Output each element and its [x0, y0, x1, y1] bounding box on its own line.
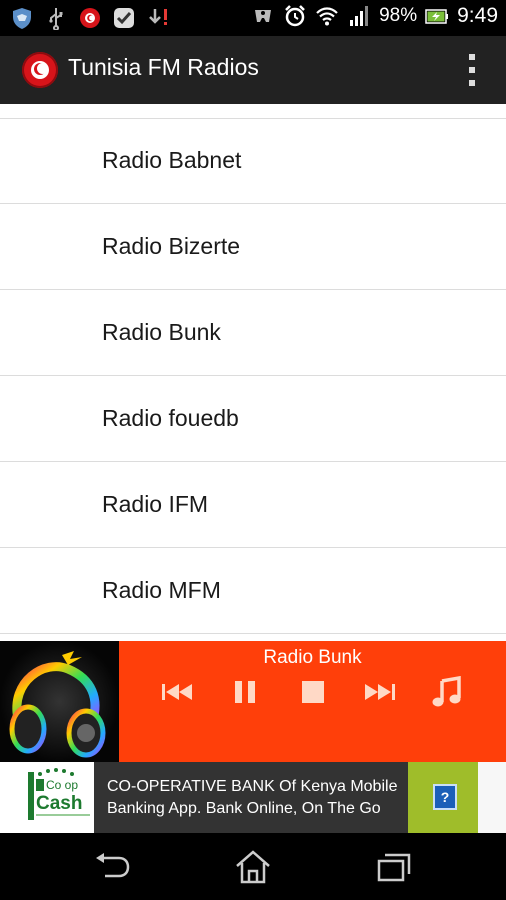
now-playing-title: Radio Bunk [263, 647, 362, 668]
overflow-menu-icon[interactable] [466, 54, 478, 86]
station-item-mfm[interactable]: Radio MFM [0, 549, 506, 634]
player-bar: Radio Bunk [0, 641, 506, 762]
clock: 9:49 [457, 4, 498, 27]
wifi-icon [315, 4, 339, 28]
svg-text:Cash: Cash [36, 793, 82, 814]
station-list: Radio Babnet Radio Bizerte Radio Bunk Ra… [0, 104, 506, 640]
next-icon[interactable] [360, 674, 400, 710]
ad-info-button[interactable]: ? [408, 762, 478, 833]
shield-icon [10, 6, 34, 30]
list-divider [0, 547, 506, 548]
app-flag-icon[interactable] [22, 52, 58, 88]
ad-banner[interactable]: Co op Cash CO-OPERATIVE BANK Of Kenya Mo… [0, 762, 506, 833]
player-controls-panel: Radio Bunk [119, 641, 506, 762]
ad-text[interactable]: CO-OPERATIVE BANK Of Kenya Mobile Bankin… [107, 776, 407, 820]
album-art-headphones [0, 641, 119, 762]
list-divider [0, 289, 506, 290]
notification-icons [10, 6, 170, 30]
home-icon[interactable] [233, 849, 273, 885]
battery-percent: 98% [379, 5, 418, 26]
player-controls [119, 674, 506, 710]
station-label: Radio fouedb [102, 405, 239, 431]
battery-charging-icon [425, 4, 449, 28]
system-status-icons: 98% 9:49 [251, 4, 498, 28]
ad-logo: Co op Cash [0, 762, 94, 833]
stop-icon[interactable] [293, 674, 333, 710]
app-title: Tunisia FM Radios [68, 54, 259, 80]
ad-edge [478, 762, 506, 833]
station-label: Radio MFM [102, 577, 221, 603]
music-note-icon[interactable] [427, 674, 467, 710]
ad-info-icon: ? [433, 784, 457, 810]
download-alert-icon [146, 6, 170, 30]
station-label: Radio Bunk [102, 319, 221, 345]
signal-icon [347, 4, 371, 28]
back-icon[interactable] [92, 849, 132, 885]
station-item-ifm[interactable]: Radio IFM [0, 463, 506, 548]
pause-icon[interactable] [225, 674, 265, 710]
status-bar: 98% 9:49 [0, 0, 506, 36]
station-label: Radio Babnet [102, 147, 242, 173]
previous-icon[interactable] [157, 674, 197, 710]
station-item-fouedb[interactable]: Radio fouedb [0, 377, 506, 462]
alarm-icon [283, 4, 307, 28]
tunisia-flag-notification-icon [78, 6, 102, 30]
list-divider [0, 203, 506, 204]
station-item-bunk[interactable]: Radio Bunk [0, 291, 506, 376]
list-divider [0, 375, 506, 376]
recent-apps-icon[interactable] [374, 849, 414, 885]
list-divider [0, 633, 506, 634]
station-item-bizerte[interactable]: Radio Bizerte [0, 205, 506, 290]
usb-icon [44, 6, 68, 30]
station-item-babnet[interactable]: Radio Babnet [0, 119, 506, 204]
station-label: Radio Bizerte [102, 233, 241, 259]
check-icon [112, 6, 136, 30]
svg-text:Co op: Co op [46, 778, 78, 792]
station-label: Radio IFM [102, 491, 209, 517]
navigation-bar [0, 833, 506, 900]
action-bar: Tunisia FM Radios [0, 36, 506, 104]
list-divider [0, 461, 506, 462]
controller-icon [251, 4, 275, 28]
